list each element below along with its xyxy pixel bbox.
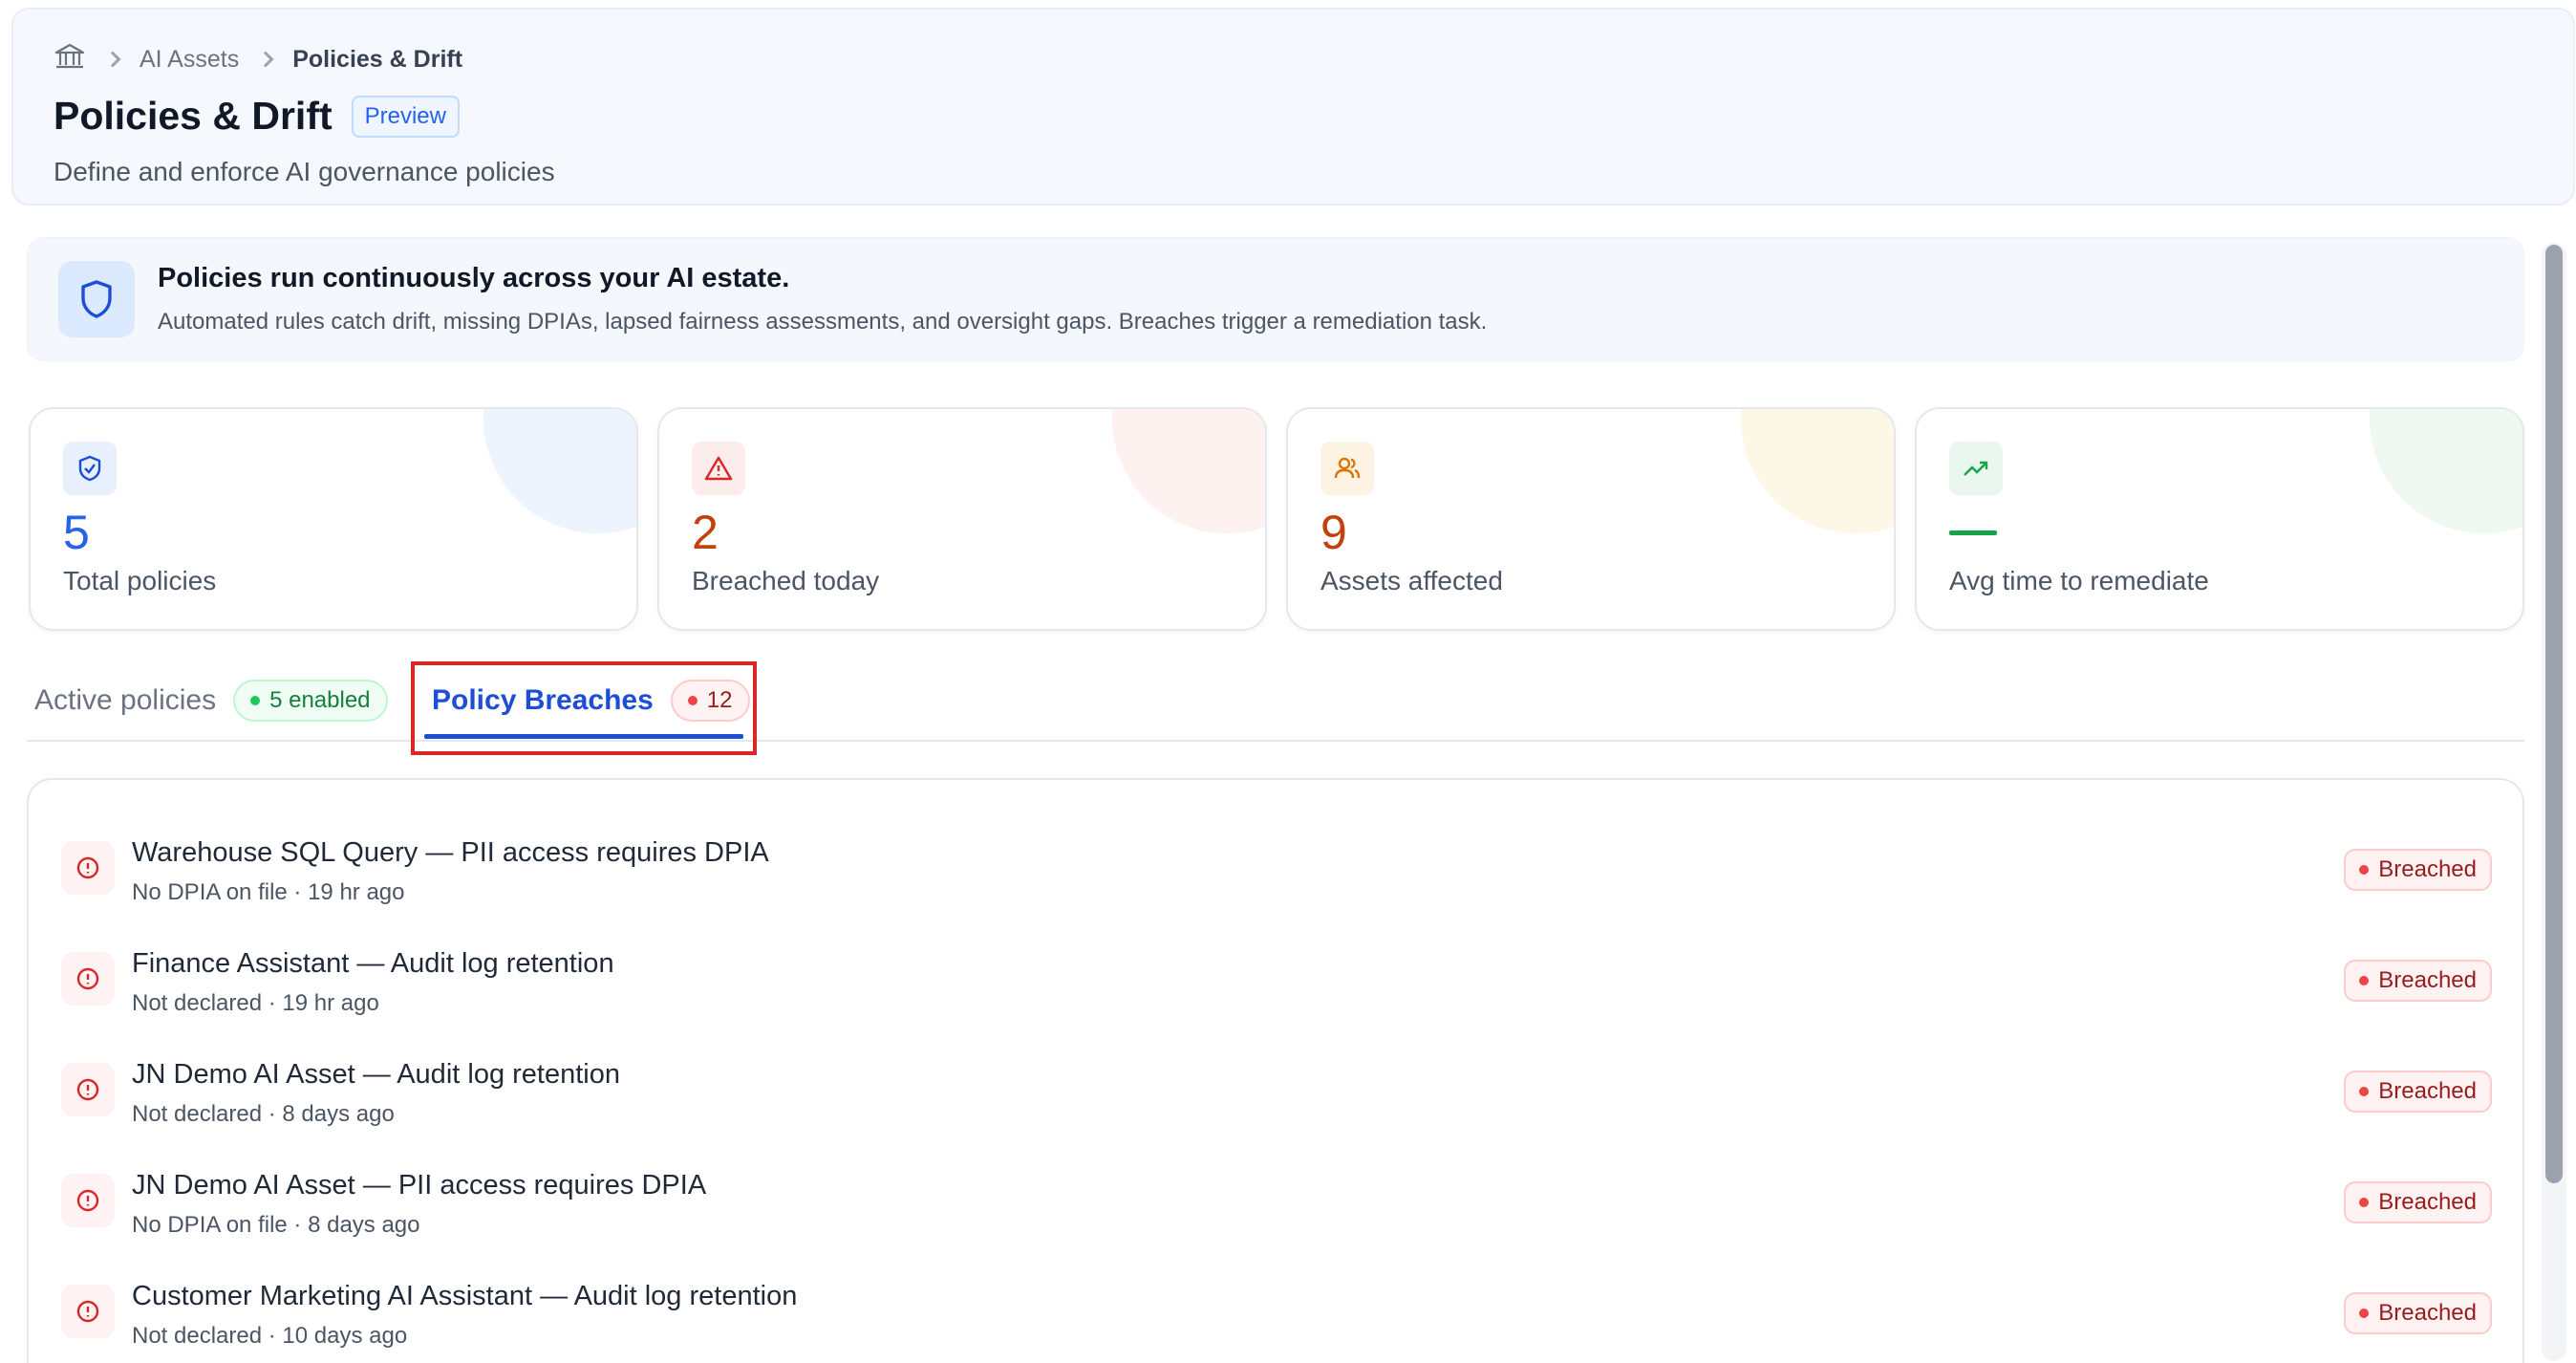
breach-detail: Not declared · 8 days ago — [132, 1101, 395, 1127]
stat-value: 9 — [1320, 506, 1347, 559]
card-decoration — [1741, 409, 1894, 533]
status-text: Breached — [2378, 1189, 2477, 1215]
status-text: Breached — [2378, 1078, 2477, 1104]
breach-row[interactable]: JN Demo AI Asset — PII access requires D… — [29, 1151, 2522, 1256]
alert-circle-icon — [61, 1285, 115, 1338]
stat-value: 2 — [692, 506, 719, 559]
status-badge: Breached — [2344, 849, 2492, 891]
breadcrumb-current: Policies & Drift — [292, 45, 463, 73]
users-icon — [1320, 442, 1374, 495]
breach-list: Warehouse SQL Query — PII access require… — [27, 778, 2524, 1363]
shield-icon — [58, 261, 135, 337]
banner-title: Policies run continuously across your AI… — [158, 263, 790, 293]
card-decoration — [1112, 409, 1265, 533]
breach-title: Finance Assistant — Audit log retention — [132, 948, 614, 979]
breach-title: Customer Marketing AI Assistant — Audit … — [132, 1281, 798, 1311]
stat-card-breached-today: 2 Breached today — [657, 407, 1267, 631]
stat-label: Assets affected — [1320, 566, 1503, 595]
home-icon[interactable] — [54, 42, 86, 77]
alert-circle-icon — [61, 1174, 115, 1227]
status-dot — [2359, 865, 2370, 875]
stat-label: Avg time to remediate — [1949, 566, 2209, 595]
breach-row[interactable]: Finance Assistant — Audit log retention … — [29, 929, 2522, 1034]
status-badge: Breached — [2344, 960, 2492, 1002]
status-dot — [2359, 1198, 2370, 1207]
tab-label: Active policies — [34, 684, 217, 716]
stat-label: Total policies — [63, 566, 217, 595]
breach-detail: No DPIA on file · 19 hr ago — [132, 879, 405, 905]
stat-card-total-policies: 5 Total policies — [29, 407, 638, 631]
status-text: Breached — [2378, 856, 2477, 882]
stat-card-assets-affected: 9 Assets affected — [1286, 407, 1896, 631]
breadcrumb-link-ai-assets[interactable]: AI Assets — [140, 46, 239, 74]
status-badge: Breached — [2344, 1292, 2492, 1334]
breach-row[interactable]: Warehouse SQL Query — PII access require… — [29, 818, 2522, 923]
alert-circle-icon — [61, 841, 115, 895]
status-dot — [2359, 1087, 2370, 1096]
breach-row[interactable]: Customer Marketing AI Assistant — Audit … — [29, 1262, 2522, 1363]
status-badge: Breached — [2344, 1071, 2492, 1113]
status-dot — [250, 696, 261, 705]
card-decoration — [483, 409, 636, 533]
badge-text: 5 enabled — [269, 687, 371, 713]
preview-badge: Preview — [351, 95, 460, 138]
stat-value-dash — [1949, 530, 1997, 535]
status-dot — [2359, 1309, 2370, 1318]
breach-detail: Not declared · 19 hr ago — [132, 990, 379, 1016]
breach-title: Warehouse SQL Query — PII access require… — [132, 837, 769, 868]
page-subtitle: Define and enforce AI governance policie… — [54, 157, 555, 186]
stat-label: Breached today — [692, 566, 880, 595]
stat-value: 5 — [63, 506, 90, 559]
breach-detail: Not declared · 10 days ago — [132, 1323, 408, 1349]
alert-circle-icon — [61, 1063, 115, 1116]
alert-triangle-icon — [692, 442, 745, 495]
page-title: Policies & Drift — [54, 94, 333, 138]
banner-text: Automated rules catch drift, missing DPI… — [158, 309, 1488, 335]
tab-bar: Active policies 5 enabled Policy Breache… — [27, 660, 2524, 742]
tab-active-policies[interactable]: Active policies 5 enabled — [34, 660, 388, 742]
trending-up-icon — [1949, 442, 2003, 495]
stat-card-avg-time-to-remediate: Avg time to remediate — [1915, 407, 2524, 631]
status-text: Breached — [2378, 1300, 2477, 1326]
scrollbar-thumb[interactable] — [2545, 245, 2563, 1183]
chevron-right-icon — [257, 51, 274, 68]
breadcrumb: AI Assets Policies & Drift — [54, 40, 462, 78]
selection-highlight — [411, 661, 757, 755]
page-header: AI Assets Policies & Drift Policies & Dr… — [11, 8, 2575, 206]
alert-circle-icon — [61, 952, 115, 1006]
status-text: Breached — [2378, 967, 2477, 993]
enabled-count-badge: 5 enabled — [233, 680, 388, 722]
breach-title: JN Demo AI Asset — PII access requires D… — [132, 1170, 707, 1201]
shield-check-icon — [63, 442, 117, 495]
breach-detail: No DPIA on file · 8 days ago — [132, 1212, 420, 1238]
breach-row[interactable]: JN Demo AI Asset — Audit log retention N… — [29, 1040, 2522, 1145]
breach-title: JN Demo AI Asset — Audit log retention — [132, 1059, 620, 1090]
chevron-right-icon — [104, 51, 121, 68]
status-badge: Breached — [2344, 1181, 2492, 1223]
status-dot — [2359, 976, 2370, 985]
card-decoration — [2370, 409, 2522, 533]
info-banner: Policies run continuously across your AI… — [27, 237, 2524, 361]
